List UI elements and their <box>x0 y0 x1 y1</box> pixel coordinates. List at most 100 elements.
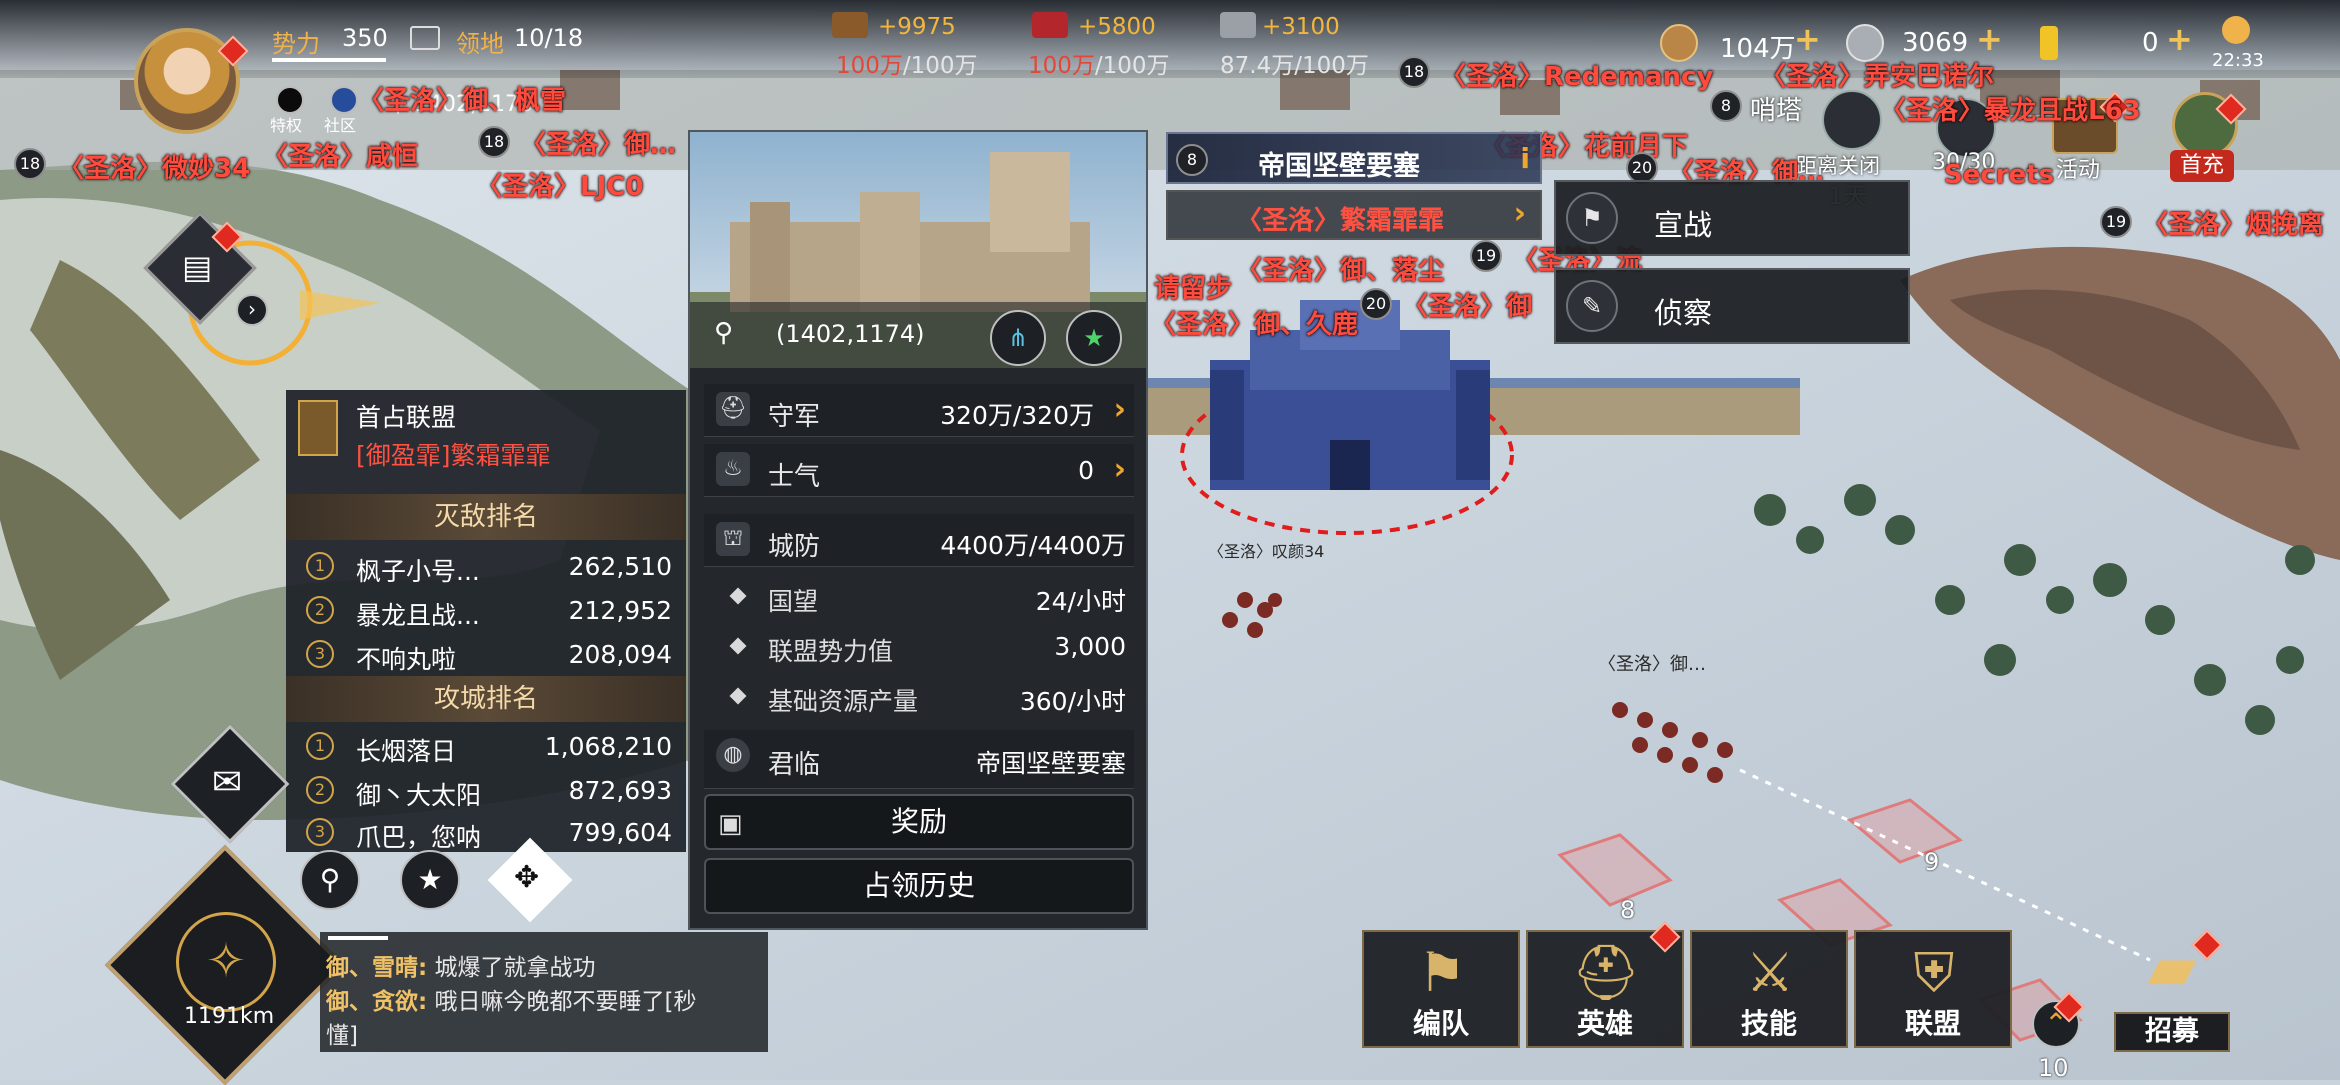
tile-number: 10 <box>2038 1054 2069 1082</box>
bullet-icon <box>729 687 747 705</box>
clock: 22:33 <box>2212 50 2264 71</box>
siege-rank-row[interactable]: 1 长烟落日 1,068,210 <box>286 724 686 768</box>
bookmark-button[interactable]: ★ <box>400 850 460 910</box>
shield-icon: ⛨ <box>1913 941 1955 1004</box>
crossed-swords-icon: ⚔ <box>1745 941 1795 1004</box>
map-tag[interactable]: 〈圣洛〉LJC0 <box>476 166 643 203</box>
scout-button[interactable]: ✎ 侦察 <box>1554 268 1910 344</box>
city-defense-label: 城防 <box>768 532 821 562</box>
map-tag[interactable]: 〈圣洛〉咸恒 <box>262 136 418 173</box>
city-defense-value: 4400万/4400万 <box>940 531 1126 560</box>
first-recharge-label[interactable]: 首充 <box>2170 150 2234 182</box>
privilege-icon[interactable] <box>276 86 304 114</box>
castle-icon[interactable] <box>1822 90 1882 150</box>
fortress-name-bar[interactable]: 8 帝国坚壁要塞 ⅰ <box>1166 132 1542 184</box>
map-tag[interactable]: Secrets <box>1944 160 2054 190</box>
favorite-button[interactable]: ★ <box>1066 310 1122 366</box>
army-tag[interactable]: 〈圣洛〉御… <box>1598 650 1706 676</box>
gem-icon <box>2040 26 2058 60</box>
map-tag-level: 18 <box>1398 56 1430 88</box>
nav-heroes-label: 英雄 <box>1576 1007 1633 1040</box>
search-button[interactable]: ⚲ <box>300 850 360 910</box>
morale-row[interactable]: ♨ 士气 0 › <box>704 444 1134 497</box>
rank-number: 3 <box>306 640 334 668</box>
nav-skills[interactable]: ⚔ 技能 <box>1690 930 1848 1048</box>
rank-score: 799,604 <box>568 818 672 847</box>
fortress-name: 帝国坚壁要塞 <box>1258 151 1420 182</box>
map-tag[interactable]: 〈圣洛〉御 <box>1402 286 1532 323</box>
nav-formation-label: 编队 <box>1412 1007 1469 1040</box>
globe-icon: ◍ <box>716 738 750 772</box>
kill-rank-row[interactable]: 3 不响丸啦 208,094 <box>286 632 686 676</box>
scout-icon: ✎ <box>1566 280 1618 332</box>
nav-alliance[interactable]: ⛨ 联盟 <box>1854 930 2012 1048</box>
fortress-owner: 〈圣洛〉繁霜霏霏 <box>1236 206 1445 236</box>
fortress-owner-bar[interactable]: 〈圣洛〉繁霜霏霏 › <box>1166 190 1542 240</box>
territory-glyph-icon: ▤ <box>182 248 213 286</box>
reward-button[interactable]: ▣ 奖励 <box>704 794 1134 850</box>
share-button[interactable]: ⋔ <box>990 310 1046 366</box>
map-tag[interactable]: 〈圣洛〉微妙34 <box>58 148 250 185</box>
morale-value: 0 <box>1078 456 1094 485</box>
army-tag[interactable]: 〈圣洛〉叹颜34 <box>1208 538 1324 562</box>
gem-amount: 0 <box>2142 28 2159 58</box>
community-icon[interactable] <box>330 86 358 114</box>
wood-amount[interactable]: 100万/100万 <box>836 46 978 80</box>
iron-amount[interactable]: 87.4万/100万 <box>1220 46 1369 80</box>
info-icon[interactable]: ⅰ <box>1520 142 1530 175</box>
chat-line: 懂] <box>326 1023 358 1049</box>
kill-rank-row[interactable]: 1 枫子小号... 262,510 <box>286 544 686 588</box>
reign-label: 君临 <box>768 750 821 780</box>
occupation-history-button[interactable]: 占领历史 <box>704 858 1134 914</box>
fortress-coords[interactable]: (1402,1174) <box>776 320 925 348</box>
first-occupy-alliance[interactable]: [御盈霏]繁霜霏霏 <box>356 436 551 472</box>
prestige-label: 国望 <box>768 587 819 616</box>
first-occupy-title: 首占联盟 <box>356 403 457 432</box>
map-tag[interactable]: 〈圣洛〉御、落尘 <box>1236 250 1444 287</box>
fortress-level: 8 <box>1176 144 1208 176</box>
nav-formation[interactable]: ⚑ 编队 <box>1362 930 1520 1048</box>
iron-gain: +3100 <box>1262 14 1340 40</box>
gold-add-button[interactable]: + <box>1794 20 1821 58</box>
power-bar <box>272 58 386 62</box>
gem-add-button[interactable]: + <box>2166 20 2193 58</box>
rank-score: 208,094 <box>568 640 672 669</box>
tile-number: 8 <box>1620 896 1636 924</box>
map-tag[interactable]: 〈圣洛〉御、枫雪 <box>358 80 566 117</box>
territory-label: 领地 <box>456 30 504 58</box>
map-tag[interactable]: 〈圣洛〉暴龙且战L63 <box>1880 90 2141 127</box>
map-tag[interactable]: 〈圣洛〉Redemancy <box>1440 56 1713 93</box>
star-icon: ★ <box>417 863 443 896</box>
city-defense-row: ⛫ 城防 4400万/4400万 <box>704 514 1134 567</box>
rank-score: 262,510 <box>568 552 672 581</box>
siege-rank-row[interactable]: 3 爪巴，您呐 799,604 <box>286 810 686 854</box>
siege-rank-row[interactable]: 2 御丶大太阳 872,693 <box>286 768 686 812</box>
resource-output-label: 基础资源产量 <box>768 687 919 716</box>
chat-line: 御、雪晴: 城爆了就拿战功 <box>326 955 596 981</box>
expand-chevron-icon[interactable]: › <box>236 294 268 326</box>
map-tag[interactable]: 〈圣洛〉烟挽离 <box>2142 204 2324 241</box>
map-tag[interactable]: 〈圣洛〉弄安巴诺尔 <box>1760 56 1994 93</box>
chevron-right-icon: › <box>1513 196 1526 231</box>
silver-add-button[interactable]: + <box>1976 20 2003 58</box>
tower-label[interactable]: 哨塔 <box>1750 90 1802 127</box>
siege-rank-header: 攻城排名 <box>286 676 686 722</box>
chevron-right-icon: › <box>1113 392 1126 427</box>
declare-war-button[interactable]: ⚑ 宣战 <box>1554 180 1910 256</box>
alliance-power-value: 3,000 <box>1054 632 1126 661</box>
rank-number: 1 <box>306 552 334 580</box>
nav-recruit[interactable]: 招募 <box>2114 1012 2230 1052</box>
chat-tab-indicator <box>328 936 388 940</box>
reign-row: ◍ 君临 帝国坚壁要塞 <box>704 730 1134 789</box>
map-tag[interactable]: 〈圣洛〉御… <box>520 124 676 161</box>
kill-rank-row[interactable]: 2 暴龙且战... 212,952 <box>286 588 686 632</box>
brick-amount[interactable]: 100万/100万 <box>1028 46 1170 80</box>
search-icon: ⚲ <box>319 863 341 896</box>
map-tag[interactable]: 〈圣洛〉御、久鹿 <box>1150 304 1358 341</box>
nav-heroes[interactable]: ⛑ 英雄 <box>1526 921 1684 1048</box>
chat-preview[interactable]: 御、雪晴: 城爆了就拿战功 御、贪欲: 哦日嘛今晚都不要睡了[秒 懂] <box>320 932 768 1052</box>
community-label: 社区 <box>324 116 357 135</box>
map-tag[interactable]: 请留步 <box>1154 268 1232 305</box>
garrison-row[interactable]: ⛑ 守军 320万/320万 › <box>704 384 1134 437</box>
helmet-icon: ⛑ <box>716 392 750 426</box>
